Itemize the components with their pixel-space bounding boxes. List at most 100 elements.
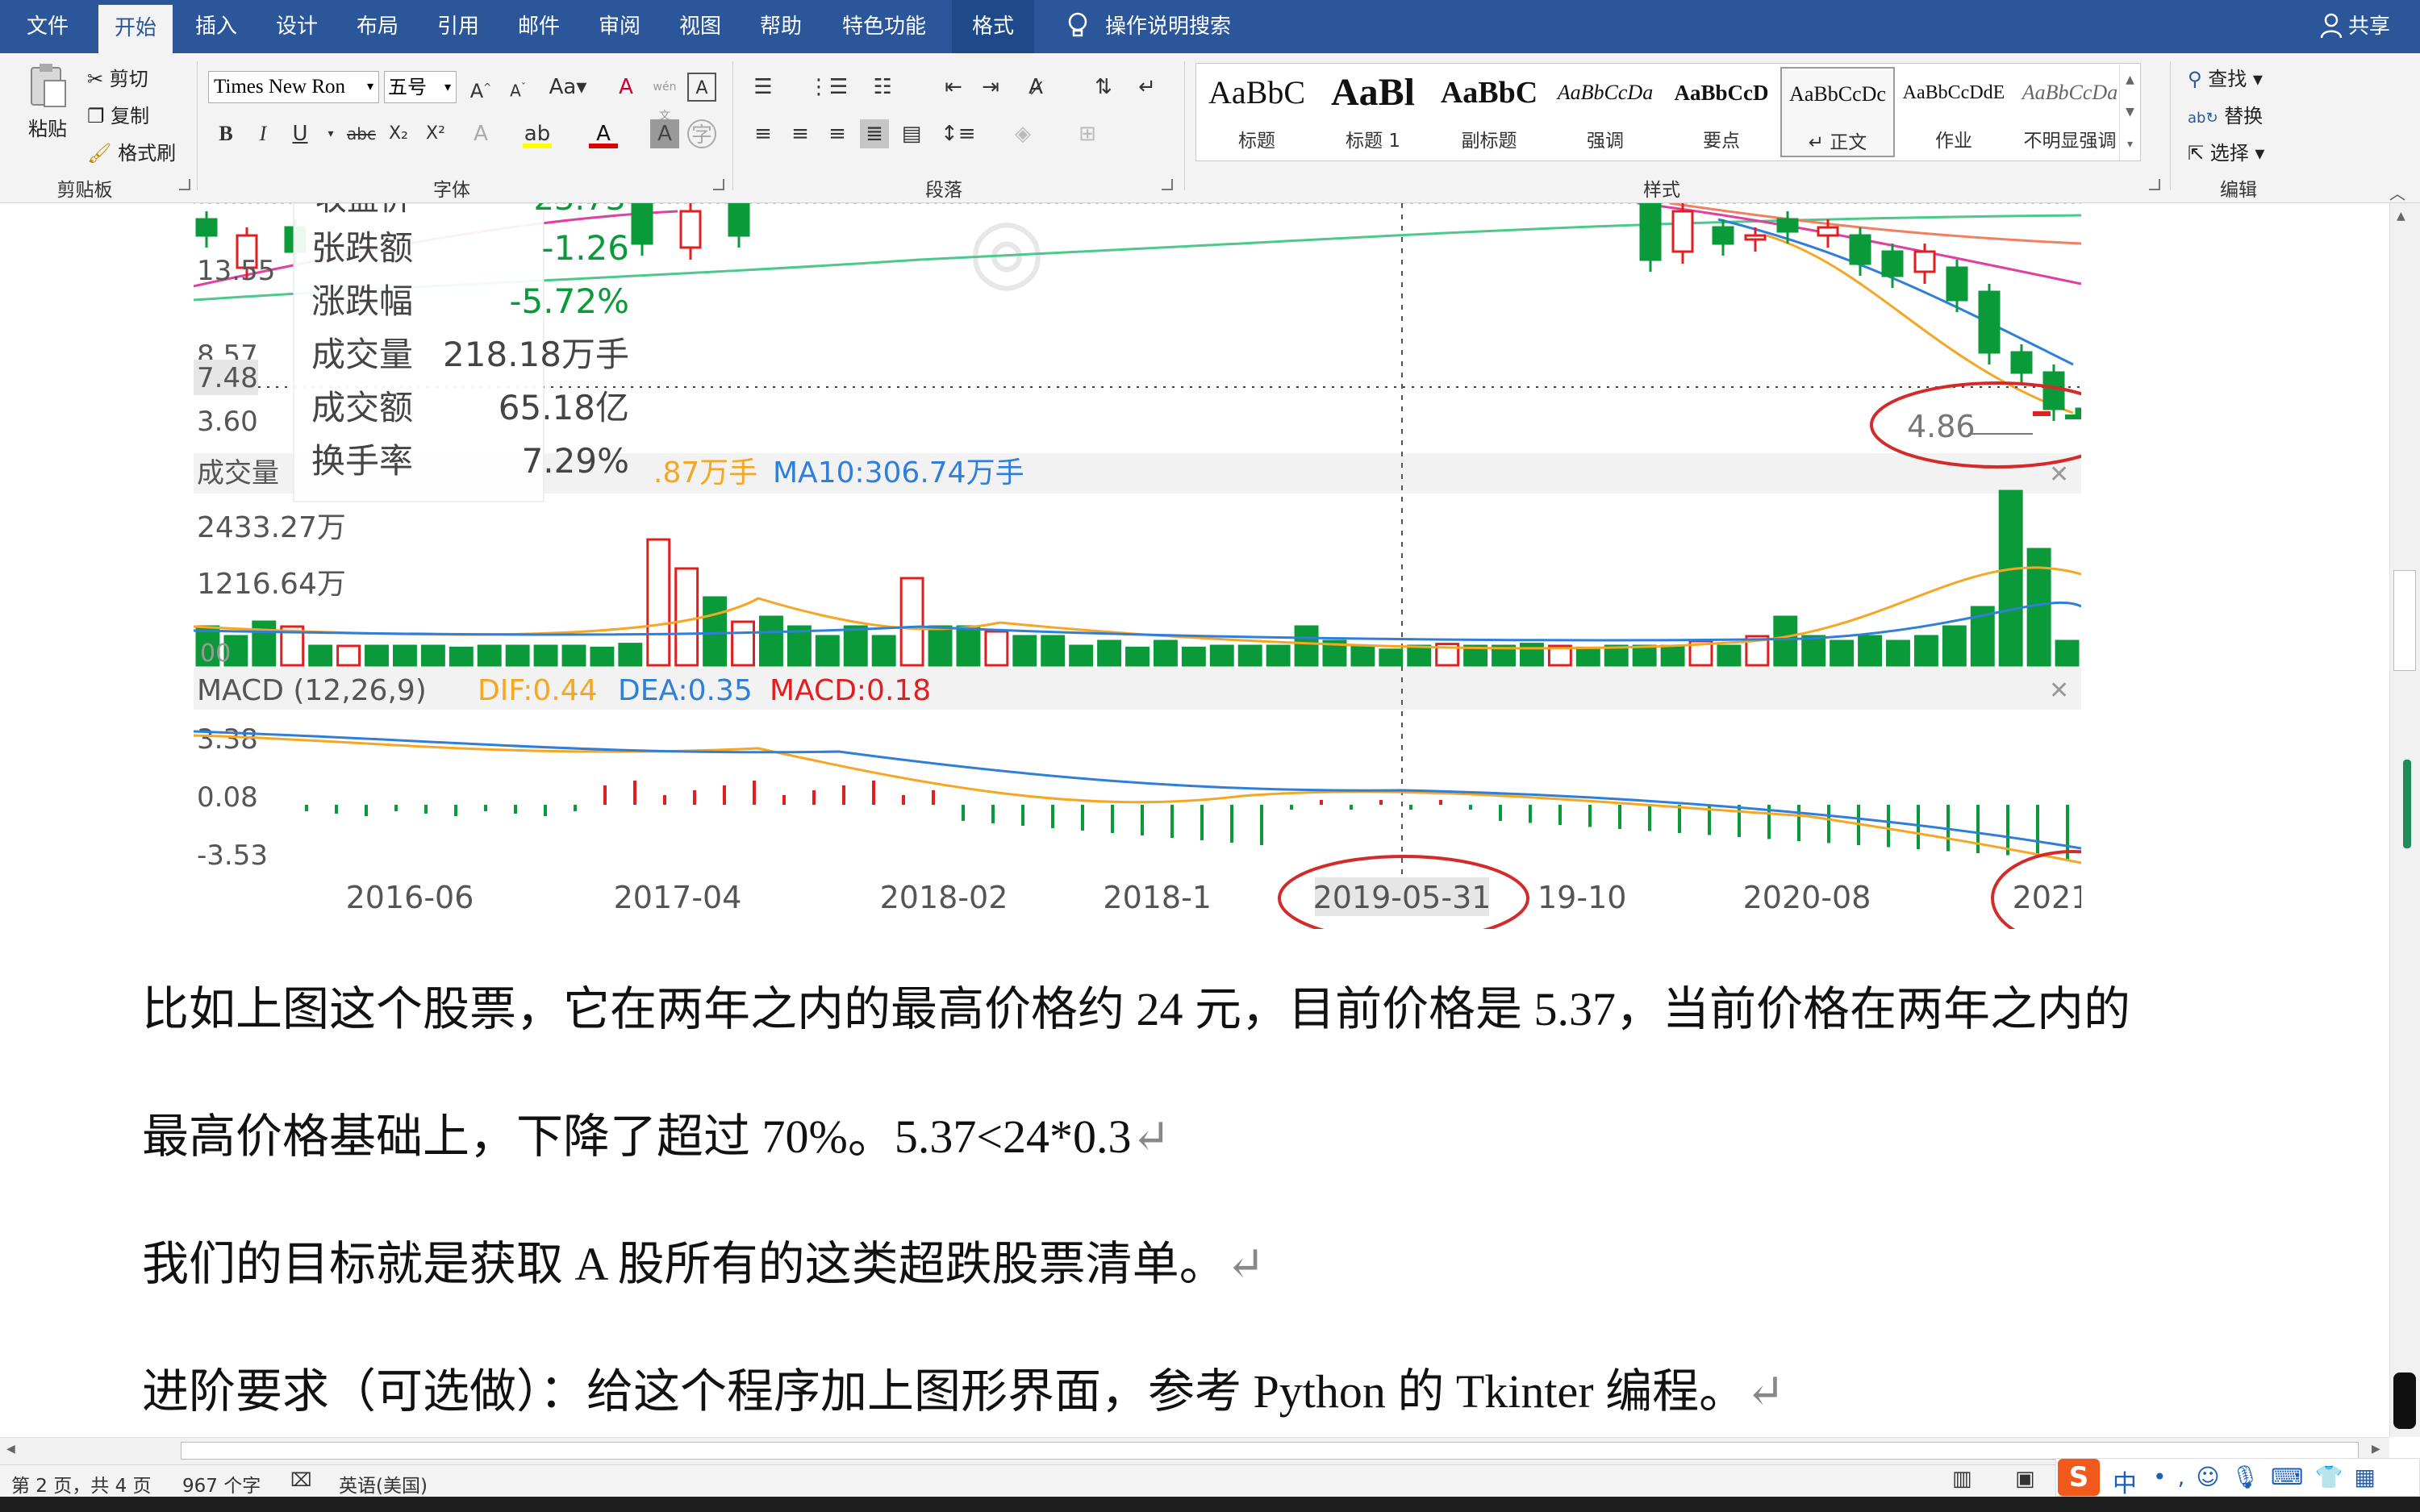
- decrease-indent-icon[interactable]: ⇤: [939, 73, 968, 102]
- increase-indent-icon[interactable]: ⇥: [976, 73, 1005, 102]
- chevron-down-icon[interactable]: ▾: [316, 119, 345, 148]
- candle: [2010, 351, 2033, 374]
- justify-icon[interactable]: ≣: [860, 119, 889, 148]
- sogou-logo-icon[interactable]: S: [2058, 1459, 2100, 1496]
- ime-lang[interactable]: 中: [2113, 1464, 2137, 1499]
- document-canvas[interactable]: ◎ 13.55 8.57 7.48 3.60 4.86 成交量 .87万手 MA10:306.7…: [0, 203, 2401, 1437]
- tab-help[interactable]: 帮助: [747, 0, 815, 53]
- align-right-icon[interactable]: ≡: [823, 119, 852, 148]
- asian-layout-icon[interactable]: A̷: [1021, 73, 1050, 102]
- show-marks-icon[interactable]: ↵: [1133, 73, 1162, 102]
- tab-references[interactable]: 引用: [424, 0, 492, 53]
- font-color-icon[interactable]: A: [589, 119, 618, 148]
- style-subtle-emphasis[interactable]: AaBbCcDa 不明显强调: [2013, 67, 2127, 157]
- style-heading1[interactable]: AaBl 标题 1: [1316, 67, 1430, 157]
- cut-button[interactable]: ✂ 剪切: [87, 63, 148, 91]
- vertical-scrollbar[interactable]: ▲: [2389, 203, 2420, 1437]
- separator: [732, 61, 733, 190]
- enclose-char-icon[interactable]: 字: [687, 119, 716, 148]
- subscript-button[interactable]: X₂: [384, 119, 413, 148]
- tab-home[interactable]: 开始: [98, 5, 173, 53]
- numbering-icon[interactable]: ⋮☰: [808, 73, 848, 102]
- page-count[interactable]: 第 2 页，共 4 页: [11, 1470, 152, 1497]
- word-count[interactable]: 967 个字: [182, 1470, 261, 1497]
- find-button[interactable]: ⚲ 查找 ▾: [2188, 63, 2263, 91]
- language[interactable]: 英语(美国): [339, 1470, 428, 1497]
- style-strong[interactable]: AaBbCcD 要点: [1664, 67, 1779, 157]
- styles-launcher[interactable]: [2149, 179, 2160, 190]
- stock-chart-image[interactable]: ◎13.558.577.483.60 4.86成交量 .87万手 MA10:306.7…: [194, 203, 2081, 929]
- tab-design[interactable]: 设计: [263, 0, 331, 53]
- scroll-down-icon[interactable]: [2393, 1372, 2416, 1429]
- style-emphasis[interactable]: AaBbCcDa 强调: [1548, 67, 1663, 157]
- sort-icon[interactable]: ⇅: [1089, 73, 1118, 102]
- italic-button[interactable]: I: [248, 119, 277, 148]
- bold-button[interactable]: B: [211, 119, 240, 148]
- read-mode-icon[interactable]: ▥: [1952, 1467, 1972, 1491]
- tell-me-search[interactable]: 操作说明搜索: [1105, 0, 1250, 53]
- volume-bar: [308, 644, 333, 667]
- style-title[interactable]: AaBbC 标题: [1200, 67, 1314, 157]
- close-icon: ✕: [2049, 677, 2069, 705]
- print-layout-icon[interactable]: ▣: [2015, 1467, 2035, 1491]
- clear-format-icon[interactable]: A: [611, 73, 640, 102]
- paste-button[interactable]: 粘贴: [18, 61, 77, 158]
- style-preview: AaBbCcDdE: [1902, 82, 2005, 103]
- shading-icon[interactable]: ◈: [1008, 119, 1037, 148]
- multilevel-list-icon[interactable]: ☷: [868, 73, 897, 102]
- clipboard-launcher[interactable]: [179, 179, 190, 190]
- align-left-icon[interactable]: ≡: [749, 119, 778, 148]
- proofing-icon[interactable]: ⌧: [290, 1470, 312, 1491]
- tab-view[interactable]: 视图: [666, 0, 734, 53]
- scroll-left-icon[interactable]: ◀: [6, 1443, 15, 1456]
- char-border-icon[interactable]: A: [687, 73, 716, 102]
- change-case-button[interactable]: Aa▾: [545, 73, 590, 102]
- shrink-font-button[interactable]: Aˇ: [503, 73, 532, 102]
- char-shading-icon[interactable]: A: [650, 119, 679, 148]
- tab-special[interactable]: 特色功能: [831, 0, 937, 53]
- borders-icon[interactable]: ⊞: [1073, 119, 1102, 148]
- align-center-icon[interactable]: ≡: [786, 119, 815, 148]
- format-painter-button[interactable]: 🖌 格式刷: [87, 137, 176, 165]
- hscroll-thumb[interactable]: [181, 1442, 2359, 1460]
- font-name-select[interactable]: Times New Ron ▾: [208, 71, 379, 103]
- style-normal[interactable]: AaBbCcDc ↵ 正文: [1780, 67, 1895, 157]
- ime-tool-icons[interactable]: •,☺🎙⌨👕▦: [2153, 1464, 2387, 1490]
- grow-font-button[interactable]: A^: [466, 73, 495, 102]
- line-spacing-icon[interactable]: ↕≡: [941, 119, 976, 148]
- select-button[interactable]: ⇱ 选择 ▾: [2188, 137, 2264, 165]
- scroll-right-icon[interactable]: ▶: [2372, 1443, 2380, 1456]
- tab-format[interactable]: 格式: [952, 0, 1034, 53]
- highlight-icon[interactable]: ab: [523, 119, 552, 148]
- candle: [728, 203, 750, 237]
- style-homework[interactable]: AaBbCcDdE 作业: [1896, 67, 2011, 157]
- date-tick-label: 2018-02: [880, 880, 1008, 915]
- style-name: 副标题: [1461, 131, 1517, 152]
- tab-review[interactable]: 审阅: [586, 0, 653, 53]
- superscript-button[interactable]: X²: [421, 119, 450, 148]
- replace-button[interactable]: ab↻ 替换: [2188, 100, 2263, 128]
- phonetic-guide-icon[interactable]: wén文: [650, 73, 679, 123]
- styles-scroll[interactable]: ▲ ▼ ▾: [2119, 64, 2140, 160]
- copy-button[interactable]: ❐ 复制: [87, 100, 149, 128]
- date-tick-label: 19-10: [1538, 880, 1626, 915]
- scroll-up-icon[interactable]: ▲: [2397, 210, 2405, 223]
- style-subtitle[interactable]: AaBbC 副标题: [1432, 67, 1546, 157]
- tab-insert[interactable]: 插入: [182, 0, 250, 53]
- distributed-icon[interactable]: ▤: [897, 119, 926, 148]
- collapse-ribbon-icon[interactable]: ︿: [2389, 181, 2405, 204]
- paragraph-launcher[interactable]: [1162, 179, 1173, 190]
- underline-button[interactable]: U: [286, 119, 315, 148]
- tab-layout[interactable]: 布局: [344, 0, 411, 53]
- horizontal-scrollbar[interactable]: ◀ ▶: [0, 1437, 2389, 1464]
- font-launcher[interactable]: [713, 179, 724, 190]
- bullets-icon[interactable]: ☰: [749, 73, 778, 102]
- share-button[interactable]: 共享: [2344, 0, 2394, 53]
- strikethrough-button[interactable]: abc: [347, 119, 376, 148]
- text-effects-icon[interactable]: A: [466, 119, 495, 148]
- tab-mailings[interactable]: 邮件: [505, 0, 573, 53]
- scroll-thumb[interactable]: [2393, 570, 2416, 671]
- volume-bar: [336, 644, 361, 667]
- tab-file[interactable]: 文件: [15, 0, 81, 53]
- font-size-select[interactable]: 五号 ▾: [384, 71, 457, 103]
